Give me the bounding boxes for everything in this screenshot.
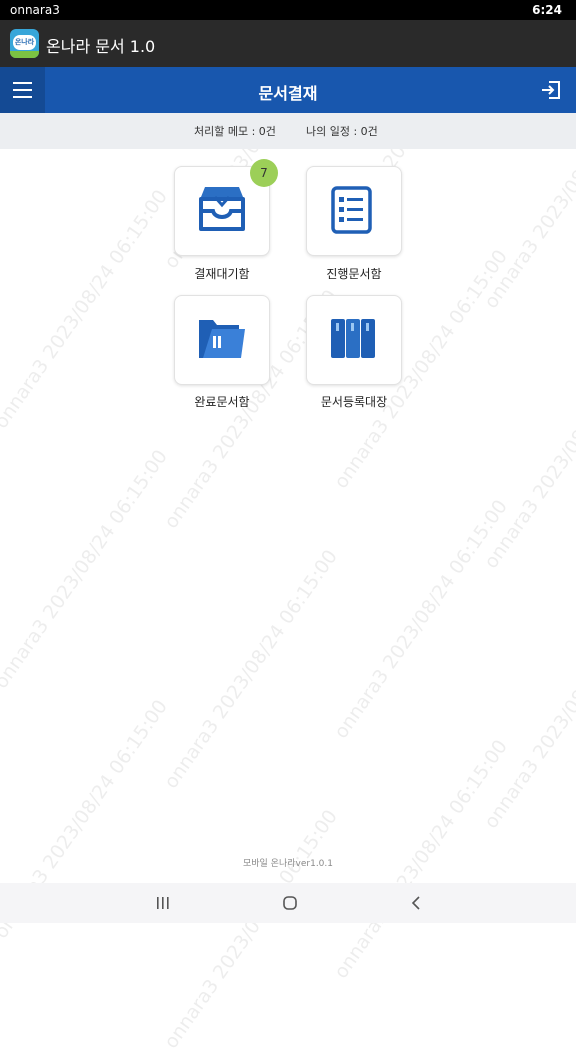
watermark-text: onnara3 2023/08/24 06:15:00 (0, 445, 172, 693)
app-title: 온나라 문서 1.0 (46, 37, 156, 56)
status-time: 6:24 (532, 3, 562, 17)
folder-icon (199, 320, 245, 358)
status-bar: onnara3 6:24 (0, 0, 576, 20)
system-nav-bar (0, 883, 576, 923)
info-bar: 처리할 메모 : 0건 나의 일정 : 0건 (0, 113, 576, 149)
page-header: 문서결재 (0, 67, 576, 113)
watermark-text: onnara3 2023/08/24 06:15:00 (330, 495, 512, 743)
watermark-text: onnara3 2023/08/24 06:15:00 (0, 185, 172, 433)
watermark-text: onnara3 2023/08/24 06:15:00 (480, 326, 576, 573)
page-title: 문서결재 (258, 84, 318, 103)
recent-apps-icon[interactable] (151, 893, 175, 913)
binders-icon (331, 319, 375, 358)
watermark-text: onnara3 2023/08/24 06:15:00 (160, 545, 342, 793)
app-logo-icon: 온나라 (10, 29, 39, 58)
watermark-text: onnara3 2023/08/24 06:15:00 (160, 805, 342, 1053)
carrier-name: onnara3 (10, 3, 60, 17)
tile-label-in-progress: 진행문서함 (326, 267, 382, 281)
schedule-count[interactable]: 나의 일정 : 0건 (306, 123, 378, 139)
list-document-icon (331, 186, 372, 234)
app-bar: 온나라 온나라 문서 1.0 (0, 20, 576, 67)
tile-document-registry[interactable] (306, 295, 402, 385)
app-logo-text: 온나라 (13, 35, 36, 50)
home-icon[interactable] (278, 893, 302, 913)
tile-label-completed: 완료문서함 (194, 395, 250, 409)
approval-count-badge: 7 (250, 159, 278, 187)
back-icon[interactable] (404, 893, 428, 913)
app-version: 모바일 온나라ver1.0.1 (242, 859, 333, 869)
tile-in-progress[interactable] (306, 166, 402, 256)
watermark-text: onnara3 2023/08/24 06:15:00 (480, 586, 576, 833)
memo-count[interactable]: 처리할 메모 : 0건 (194, 123, 276, 139)
tile-label-approval-waiting: 결재대기함 (194, 267, 250, 281)
tile-completed[interactable] (174, 295, 270, 385)
tile-label-document-registry: 문서등록대장 (320, 395, 388, 409)
logout-icon[interactable] (540, 79, 562, 101)
app-logo-grass (10, 51, 39, 58)
